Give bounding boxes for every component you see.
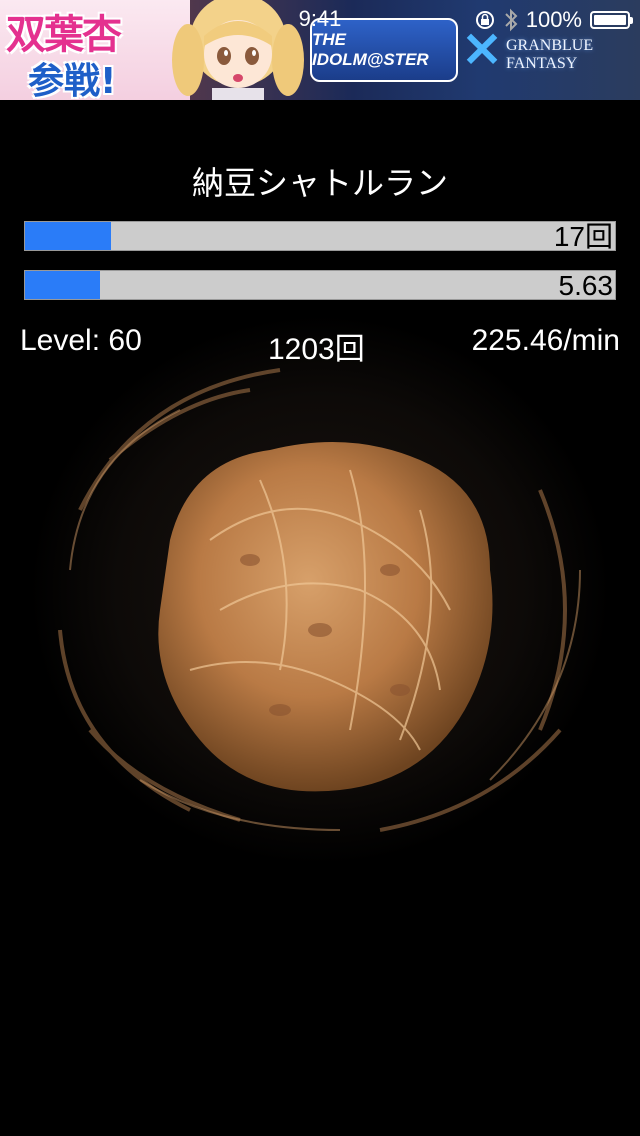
rate-label: 225.46/min — [471, 324, 620, 357]
rotation-lock-icon — [474, 9, 496, 31]
total-count-label: 1203回 — [268, 333, 365, 366]
battery-icon — [590, 11, 633, 29]
page-title: 納豆シャトルラン — [191, 164, 448, 202]
battery-level-fill — [594, 15, 626, 25]
shuttle-count-bar: 17回 — [24, 221, 616, 252]
natto-bowl-image[interactable] — [20, 310, 620, 870]
timer-bar-fill — [25, 271, 100, 299]
status-bar: 9:41 100% — [0, 0, 640, 40]
status-indicators: 100% — [474, 6, 633, 34]
level-label: Level: 60 — [20, 324, 142, 357]
bluetooth-icon — [504, 8, 518, 32]
shuttle-count-bar-fill — [25, 222, 111, 250]
ad-title-line2: 参戦! — [28, 61, 117, 100]
battery-percent: 100% — [525, 7, 582, 32]
stats-row: Level: 60 1203回 225.46/min — [20, 324, 620, 366]
timer-bar: 5.63 — [24, 270, 616, 301]
shuttle-count-text: 17回 — [553, 221, 613, 252]
timer-text: 5.63 — [558, 270, 614, 301]
